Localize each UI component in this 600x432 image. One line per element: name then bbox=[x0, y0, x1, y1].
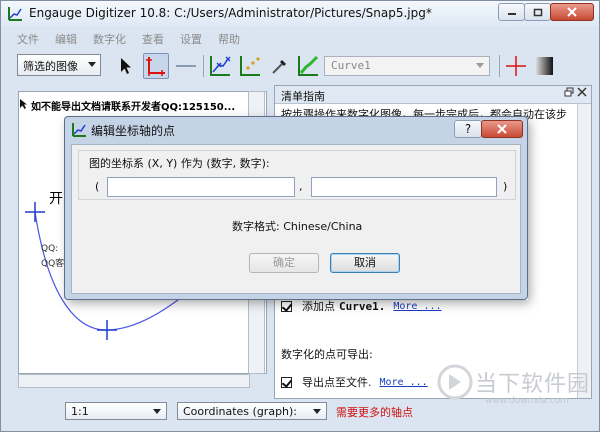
maximize-button[interactable] bbox=[524, 3, 551, 21]
title-bar: Engauge Digitizer 10.8: C:/Users/Adminis… bbox=[1, 1, 599, 27]
select-tool-button[interactable] bbox=[113, 53, 139, 79]
menu-file[interactable]: 文件 bbox=[9, 28, 47, 48]
chevron-down-icon bbox=[153, 409, 161, 414]
checkbox-checked-icon bbox=[281, 376, 292, 388]
scale-bar-icon bbox=[176, 65, 196, 67]
toolbar-separator bbox=[203, 55, 204, 77]
zoom-value: 1:1 bbox=[71, 405, 89, 418]
watermark-text: 当下软件园 bbox=[475, 372, 591, 397]
coordinate-group: 图的坐标系 (X, Y) 作为 (数字, 数字): ( , ) bbox=[78, 150, 516, 200]
chevron-down-icon bbox=[476, 63, 484, 68]
minimize-icon bbox=[507, 13, 516, 15]
menu-digitize[interactable]: 数字化 bbox=[85, 28, 134, 48]
checklist-title: 清单指南 bbox=[281, 90, 325, 103]
segment-fill-tool-button[interactable] bbox=[295, 53, 321, 79]
close-icon bbox=[497, 124, 507, 134]
y-coordinate-input[interactable] bbox=[311, 177, 497, 197]
menu-help[interactable]: 帮助 bbox=[210, 28, 248, 48]
gradient-icon bbox=[535, 57, 553, 75]
window-title: Engauge Digitizer 10.8: C:/Users/Adminis… bbox=[29, 6, 432, 20]
chevron-down-icon bbox=[313, 409, 321, 414]
zoom-select[interactable]: 1:1 bbox=[65, 402, 167, 420]
axis-point-tool-button[interactable] bbox=[143, 53, 169, 79]
ok-button[interactable]: 确定 bbox=[249, 253, 319, 273]
comma: , bbox=[299, 180, 303, 193]
checklist-item-add-points: 添加点 Curve1. More ... bbox=[281, 298, 442, 314]
exportable-heading: 数字化的点可导出: bbox=[281, 346, 373, 362]
curve-point-icon bbox=[210, 56, 231, 76]
dialog-title-bar: 编辑坐标轴的点 ? bbox=[65, 117, 527, 143]
watermark-logo-icon bbox=[437, 364, 473, 400]
toolbar-separator bbox=[499, 55, 500, 77]
minimize-button[interactable] bbox=[498, 3, 525, 21]
menu-settings[interactable]: 设置 bbox=[172, 28, 210, 48]
coordinates-select[interactable]: Coordinates (graph): bbox=[177, 402, 327, 420]
dialog-body: 图的坐标系 (X, Y) 作为 (数字, 数字): ( , ) 数字格式: Ch… bbox=[71, 144, 521, 294]
curve-select[interactable]: Curve1 bbox=[324, 56, 490, 76]
coordinates-value: Coordinates (graph): bbox=[183, 405, 298, 418]
scale-bar-tool-button[interactable] bbox=[173, 53, 199, 79]
segment-fill-icon bbox=[298, 55, 319, 76]
checkbox-checked-icon bbox=[281, 300, 292, 312]
canvas-line: QQ: bbox=[41, 244, 59, 254]
more-link[interactable]: More ... bbox=[380, 377, 428, 388]
engauge-logo-icon bbox=[72, 123, 86, 137]
more-link[interactable]: More ... bbox=[393, 301, 441, 312]
menu-edit[interactable]: 编辑 bbox=[47, 28, 85, 48]
curve-point-tool-button[interactable] bbox=[207, 53, 233, 79]
axis-point-marker bbox=[25, 202, 45, 222]
gradient-button[interactable] bbox=[531, 53, 557, 79]
engauge-logo-icon bbox=[8, 7, 22, 21]
background-filter-value: 筛选的图像 bbox=[23, 60, 78, 73]
checklist-item-export: 导出点至文件. More ... bbox=[281, 374, 428, 390]
add-point-label: 添加点 bbox=[302, 300, 335, 313]
number-format-label: 数字格式: Chinese/China bbox=[232, 220, 363, 233]
panel-float-close-icons[interactable] bbox=[564, 87, 588, 100]
open-paren: ( bbox=[95, 180, 100, 193]
color-picker-tool-button[interactable] bbox=[267, 53, 293, 79]
point-match-tool-button[interactable] bbox=[237, 53, 263, 79]
color-picker-icon bbox=[272, 59, 287, 74]
close-icon bbox=[567, 7, 577, 17]
canvas-notice: 如不能导出文档请联系开发者QQ:125150... bbox=[31, 102, 236, 113]
close-button[interactable] bbox=[550, 3, 594, 21]
float-icon[interactable] bbox=[564, 87, 574, 97]
watermark-url: www.downxia.com bbox=[485, 396, 569, 406]
checklist-scrollbar[interactable] bbox=[577, 104, 591, 398]
x-coordinate-input[interactable] bbox=[107, 177, 295, 197]
axis-point-marker bbox=[97, 320, 117, 340]
canvas-horizontal-scrollbar[interactable] bbox=[18, 374, 250, 388]
point-match-icon bbox=[240, 56, 260, 76]
menu-bar: 文件 编辑 数字化 查看 设置 帮助 bbox=[1, 28, 599, 48]
watermark: 当下软件园 www.downxia.com bbox=[437, 364, 597, 410]
cancel-button[interactable]: 取消 bbox=[330, 253, 400, 273]
crosshair-icon bbox=[506, 56, 526, 76]
crosshair-button[interactable] bbox=[503, 53, 529, 79]
dialog-close-button[interactable] bbox=[481, 120, 523, 138]
maximize-icon bbox=[533, 8, 542, 16]
dialog-title: 编辑坐标轴的点 bbox=[91, 124, 176, 138]
close-paren: ) bbox=[503, 180, 508, 193]
add-point-curve: Curve1. bbox=[339, 299, 386, 313]
canvas-heading: 开 bbox=[49, 191, 63, 207]
axis-point-icon bbox=[146, 57, 165, 76]
canvas-line: QQ客 bbox=[41, 259, 65, 269]
background-filter-select[interactable]: 筛选的图像 bbox=[17, 54, 101, 76]
exportable-heading-text: 数字化的点可导出: bbox=[281, 348, 373, 361]
select-arrow-icon bbox=[121, 58, 131, 74]
coordinate-group-label: 图的坐标系 (X, Y) 作为 (数字, 数字): bbox=[89, 157, 270, 170]
help-button[interactable]: ? bbox=[454, 120, 482, 138]
toolbar: 筛选的图像 Curve1 bbox=[1, 49, 599, 85]
menu-view[interactable]: 查看 bbox=[134, 28, 172, 48]
close-icon[interactable] bbox=[577, 87, 587, 97]
chevron-down-icon bbox=[88, 62, 96, 67]
checklist-header: 清单指南 bbox=[275, 86, 591, 104]
status-message: 需要更多的轴点 bbox=[336, 406, 413, 419]
pointer-icon bbox=[20, 99, 27, 109]
export-label: 导出点至文件. bbox=[302, 376, 372, 389]
curve-select-value: Curve1 bbox=[331, 59, 371, 72]
edit-axis-point-dialog: 编辑坐标轴的点 ? 图的坐标系 (X, Y) 作为 (数字, 数字): ( , … bbox=[64, 116, 528, 300]
